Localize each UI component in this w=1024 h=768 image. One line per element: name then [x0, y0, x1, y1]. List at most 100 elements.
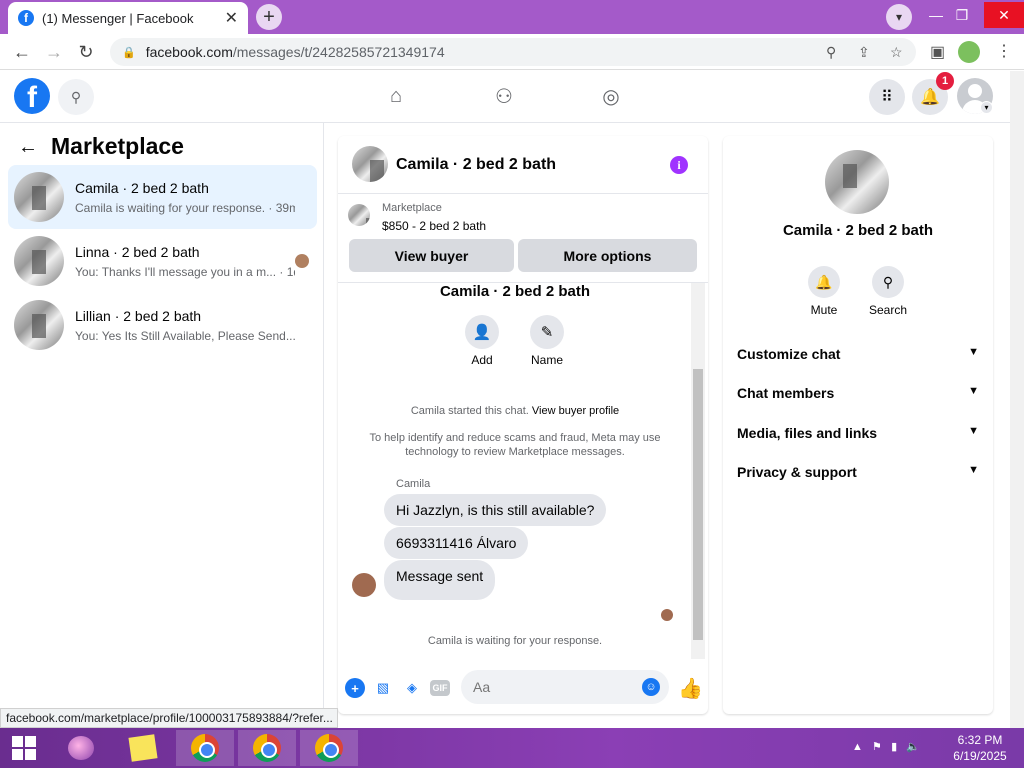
- bell-icon[interactable]: 🔔: [808, 266, 840, 298]
- gif-icon[interactable]: GIF: [430, 680, 450, 696]
- facebook-logo[interactable]: f: [14, 78, 50, 114]
- windows-taskbar: ▲ ⚑ ▮ 🔈 6:32 PM 6/19/2025: [0, 728, 1024, 768]
- page-scrollbar[interactable]: [1010, 71, 1024, 728]
- name-label: Name: [530, 353, 563, 367]
- browser-profile-avatar[interactable]: [958, 41, 980, 63]
- browser-tab[interactable]: f (1) Messenger | Facebook ✕: [8, 2, 248, 34]
- marketplace-label: Marketplace: [382, 202, 442, 214]
- facebook-header: f ⚲ ⌂ ⚇ ◎ ⠿ 🔔: [0, 71, 1024, 123]
- privacy-support-section[interactable]: Privacy & support ▼: [737, 464, 979, 480]
- profile-avatar[interactable]: [825, 150, 889, 214]
- photo-icon[interactable]: ▧: [373, 678, 393, 698]
- conversation-preview: Camila is waiting for your response. · 3…: [75, 200, 295, 215]
- intro-name: Camila · 2 bed 2 bath: [439, 283, 591, 300]
- clock-time: 6:32 PM: [957, 733, 1003, 747]
- tab-close-icon[interactable]: ✕: [225, 8, 238, 28]
- chat-avatar[interactable]: [352, 146, 388, 182]
- seen-avatar-icon: [661, 609, 673, 621]
- url-domain: facebook.com: [145, 44, 233, 60]
- view-buyer-profile-link[interactable]: View buyer profile: [532, 405, 619, 417]
- customize-chat-section[interactable]: Customize chat ▼: [737, 346, 979, 362]
- share-icon[interactable]: ⇪: [858, 44, 870, 61]
- address-toolbar: ← → ↻ 🔒 facebook.com/messages/t/24282585…: [0, 34, 1024, 70]
- listing-thumbnail: [14, 172, 64, 222]
- menu-grid-icon[interactable]: ⠿: [869, 79, 905, 115]
- new-tab-button[interactable]: +: [256, 4, 282, 30]
- media-files-links-section[interactable]: Media, files and links ▼: [737, 425, 979, 441]
- system-tray-icons[interactable]: ▲ ⚑ ▮ 🔈: [852, 740, 920, 753]
- scam-notice: To help identify and reduce scams and fr…: [369, 432, 661, 458]
- friends-icon[interactable]: ⚇: [489, 81, 519, 111]
- thread-scrollbar-thumb[interactable]: [693, 369, 703, 640]
- url-bar[interactable]: 🔒 facebook.com/messages/t/24282585721349…: [110, 38, 916, 66]
- pencil-icon[interactable]: ✎: [530, 315, 564, 349]
- chat-panel: Camila · 2 bed 2 bath i Marketplace $850…: [338, 136, 708, 714]
- facebook-favicon-icon: f: [18, 10, 34, 26]
- back-arrow-icon[interactable]: ←: [10, 40, 34, 64]
- tab-search-chevron-icon[interactable]: ▾: [886, 4, 912, 30]
- message-thread[interactable]: Camila · 2 bed 2 bath 👤 Add ✎ Name Camil…: [338, 282, 708, 659]
- info-name: Camila · 2 bed 2 bath: [782, 222, 934, 239]
- search-icon[interactable]: ⚲: [58, 79, 94, 115]
- thumbs-up-icon[interactable]: 👍: [678, 676, 703, 701]
- side-panel-icon[interactable]: ▣: [930, 42, 945, 62]
- listing-price: $850 - 2 bed 2 bath: [382, 219, 487, 233]
- message-bubble[interactable]: Message sent: [384, 560, 496, 600]
- chat-header: Camila · 2 bed 2 bath i: [338, 136, 708, 194]
- account-chevron-down-icon[interactable]: ▾: [980, 101, 993, 114]
- listing-summary[interactable]: Marketplace $850 - 2 bed 2 bath: [348, 202, 698, 236]
- restore-icon[interactable]: ❐: [942, 2, 982, 28]
- message-input[interactable]: [461, 670, 631, 704]
- conversation-preview: You: Thanks I'll message you in a m... ·…: [75, 264, 295, 279]
- windows-start-icon[interactable]: [0, 728, 48, 768]
- groups-icon[interactable]: ◎: [596, 81, 626, 111]
- notification-badge: 1: [936, 72, 954, 90]
- clock[interactable]: 6:32 PM 6/19/2025: [948, 732, 1012, 764]
- waiting-notice: Camila is waiting for your response.: [427, 635, 603, 647]
- plus-icon[interactable]: +: [345, 678, 365, 698]
- browser-tab-strip: f (1) Messenger | Facebook ✕ + ▾ — ❐ ✕: [0, 0, 1024, 34]
- clock-date: 6/19/2025: [953, 749, 1007, 763]
- forward-arrow-icon[interactable]: →: [42, 40, 66, 64]
- listing-thumbnail: [14, 236, 64, 286]
- section-label: Privacy & support: [737, 464, 857, 480]
- chevron-down-icon: ▼: [968, 385, 979, 397]
- sticker-icon[interactable]: ◈: [402, 678, 422, 698]
- sender-name: Camila: [396, 478, 431, 490]
- conversation-item[interactable]: Linna · 2 bed 2 bath You: Thanks I'll me…: [8, 229, 317, 293]
- conversation-name: Linna · 2 bed 2 bath: [75, 243, 200, 260]
- zoom-icon[interactable]: ⚲: [826, 44, 836, 61]
- conversation-preview: You: Yes Its Still Available, Please Sen…: [75, 328, 295, 343]
- chrome-icon[interactable]: [300, 730, 358, 766]
- page-title: Marketplace: [51, 133, 184, 159]
- window-close-icon[interactable]: ✕: [984, 2, 1024, 28]
- more-options-button[interactable]: More options: [518, 239, 697, 272]
- emoji-icon[interactable]: ☺: [642, 678, 660, 696]
- back-arrow-icon[interactable]: ←: [18, 136, 38, 159]
- chrome-icon[interactable]: [238, 730, 296, 766]
- conversation-item[interactable]: Lillian · 2 bed 2 bath You: Yes Its Stil…: [8, 293, 317, 357]
- message-bubble[interactable]: 6693311416 Álvaro: [384, 527, 529, 559]
- chat-title[interactable]: Camila · 2 bed 2 bath: [396, 156, 556, 174]
- listing-thumbnail: [14, 300, 64, 350]
- message-bubble[interactable]: Hi Jazzlyn, is this still available?: [384, 494, 607, 526]
- add-person-icon[interactable]: 👤: [465, 315, 499, 349]
- search-icon[interactable]: ⚲: [872, 266, 904, 298]
- view-buyer-button[interactable]: View buyer: [349, 239, 514, 272]
- info-icon[interactable]: i: [670, 156, 688, 174]
- browser-menu-icon[interactable]: ⋮: [996, 41, 1012, 61]
- chevron-down-icon: ▼: [968, 464, 979, 476]
- paint-app-icon[interactable]: [52, 730, 110, 766]
- sticky-notes-icon[interactable]: [114, 730, 172, 766]
- message-input-wrapper: ☺: [461, 670, 669, 704]
- conversation-item[interactable]: Camila · 2 bed 2 bath Camila is waiting …: [8, 165, 317, 229]
- home-icon[interactable]: ⌂: [381, 81, 411, 111]
- bookmark-star-icon[interactable]: ☆: [890, 44, 903, 61]
- chat-members-section[interactable]: Chat members ▼: [737, 385, 979, 401]
- listing-thumbnail: [348, 204, 370, 226]
- conversation-name: Lillian · 2 bed 2 bath: [75, 307, 202, 324]
- sender-avatar: [352, 573, 376, 597]
- section-label: Media, files and links: [737, 425, 878, 441]
- chrome-icon[interactable]: [176, 730, 234, 766]
- reload-icon[interactable]: ↻: [74, 40, 98, 64]
